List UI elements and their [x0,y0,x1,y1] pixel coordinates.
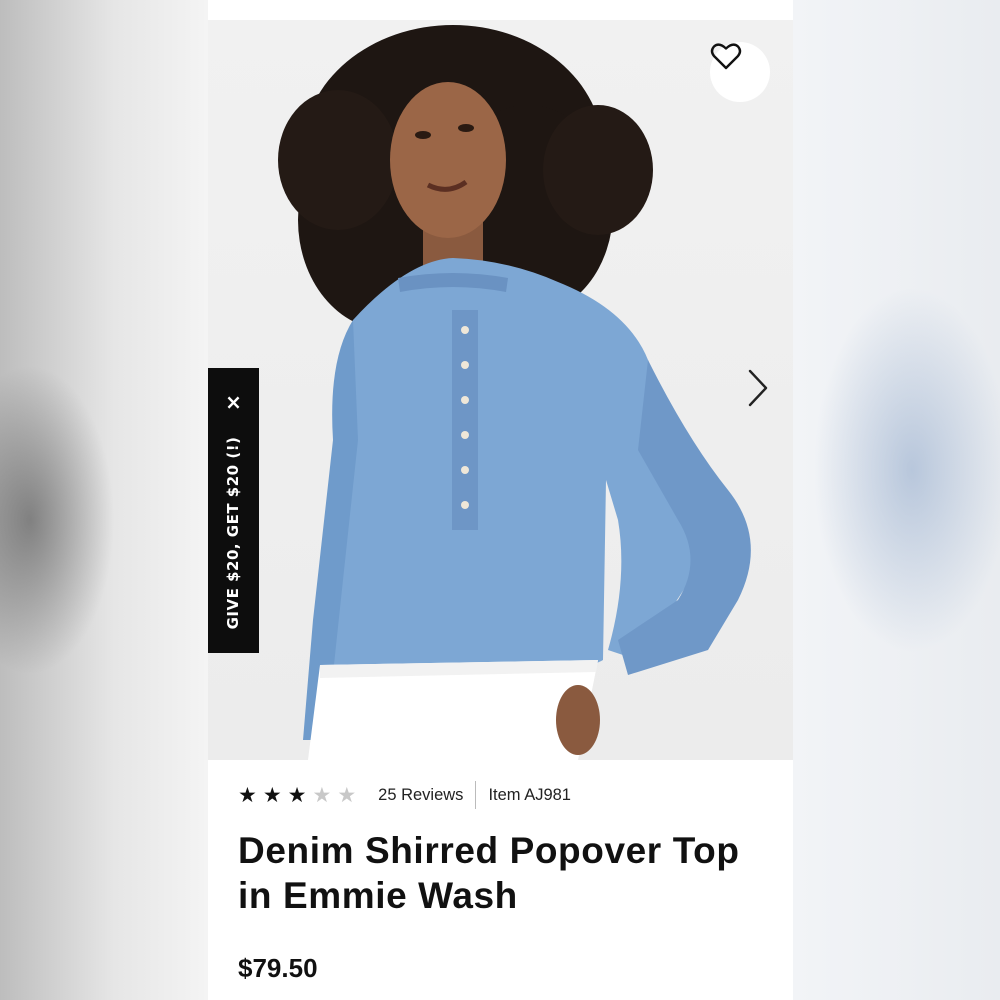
top-strip [208,0,793,20]
star-full-icon: ★ [238,782,257,807]
chevron-right-icon [748,369,768,407]
reviews-link[interactable]: 25 Reviews [378,786,463,805]
background-right-blur [792,0,1000,1000]
next-image-button[interactable] [746,368,778,412]
product-page: × GIVE $20, GET $20 (!) ★ ★ ★ ★ ★ 25 Rev… [208,0,793,1000]
referral-promo-tab[interactable]: × GIVE $20, GET $20 (!) [208,368,259,653]
product-price: $79.50 [238,953,318,983]
star-empty-icon: ★ [312,782,332,807]
product-info: ★ ★ ★ ★ ★ 25 Reviews Item AJ981 Denim Sh… [208,760,793,1000]
promo-label: GIVE $20, GET $20 (!) [224,436,242,630]
heart-icon [710,43,742,70]
product-image-carousel[interactable] [208,20,793,760]
product-title: Denim Shirred Popover Top in Emmie Wash [238,830,740,916]
background-left-blur [0,0,208,1000]
rating-row: ★ ★ ★ ★ ★ 25 Reviews Item AJ981 [238,780,571,810]
star-empty-icon: ★ [337,782,357,807]
promo-close-icon[interactable]: × [208,382,259,422]
favorite-button[interactable] [710,42,770,102]
star-full-icon: ★ [262,782,282,807]
divider [475,781,477,809]
star-rating: ★ ★ ★ ★ ★ [238,782,357,807]
product-photo [278,25,751,760]
star-full-icon: ★ [287,782,307,807]
item-number: Item AJ981 [488,785,571,804]
